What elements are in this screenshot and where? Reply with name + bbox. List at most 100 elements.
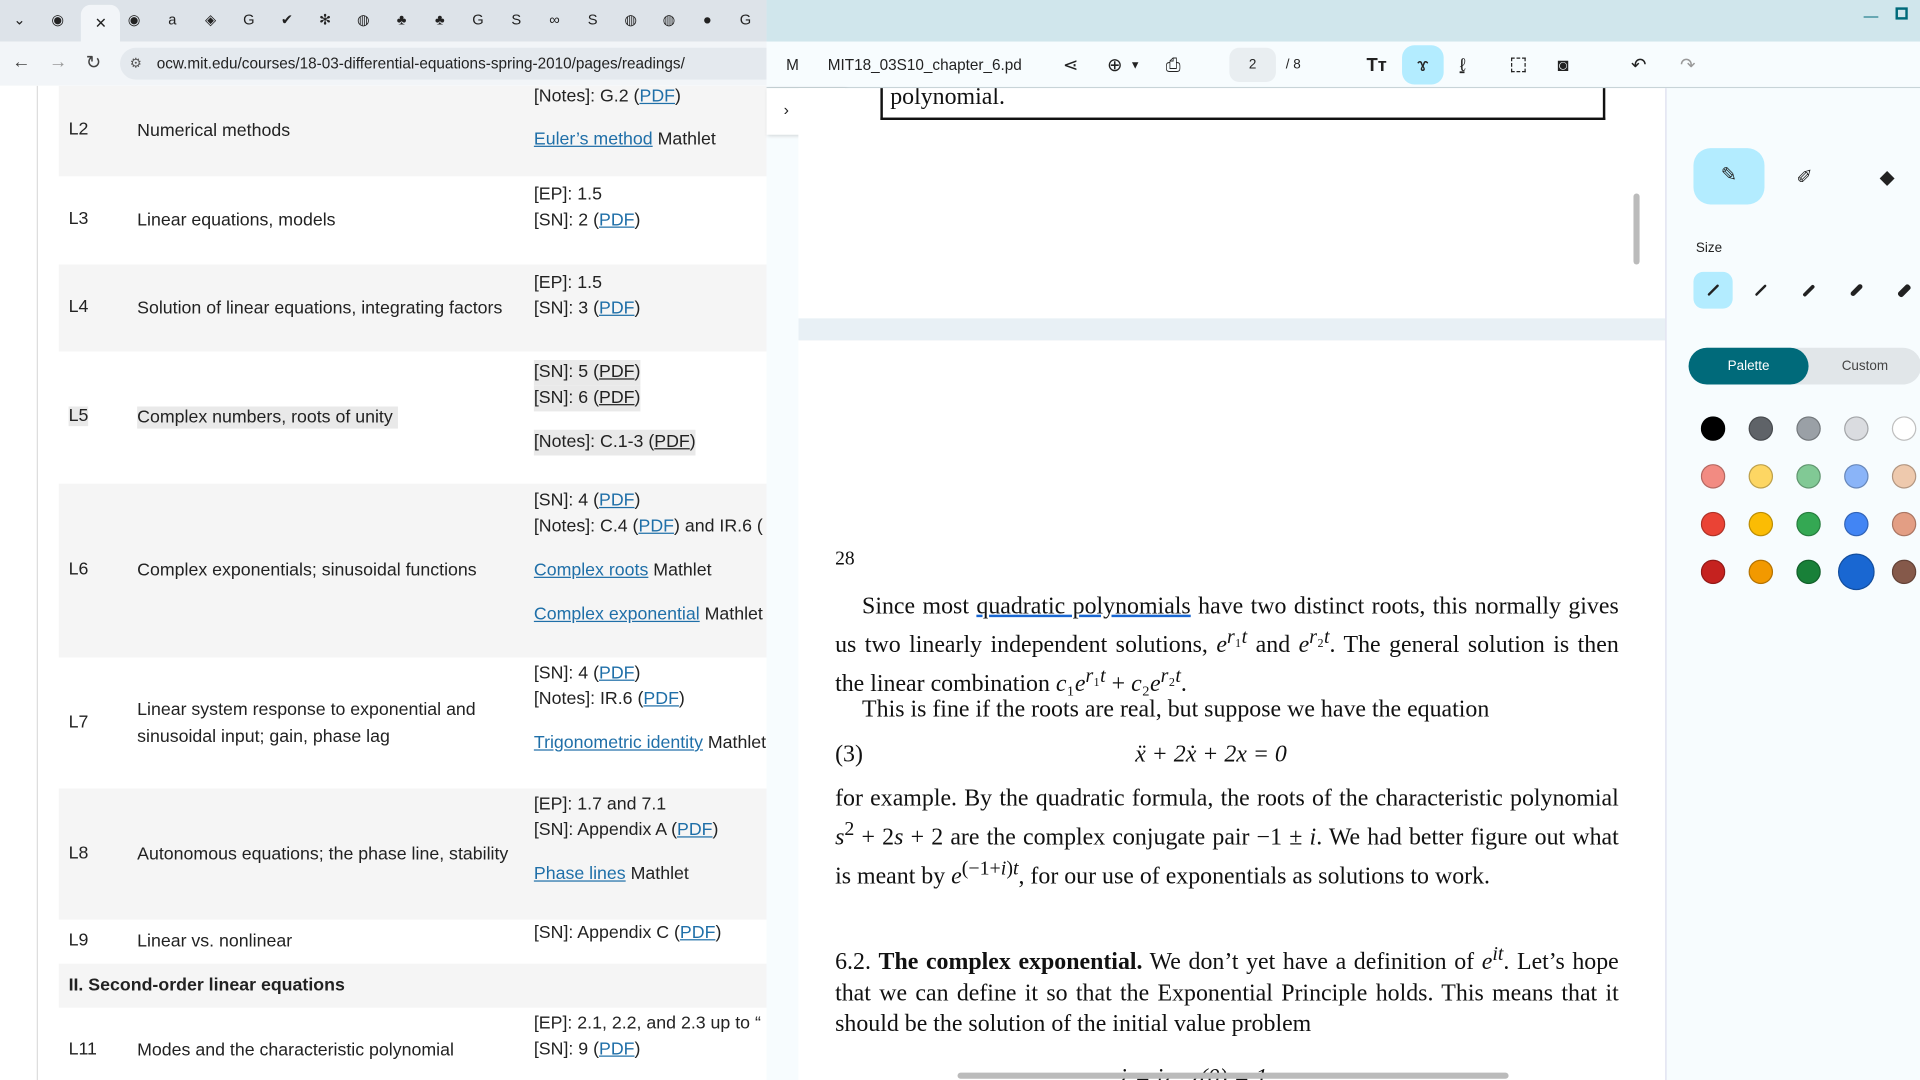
color-swatch[interactable] xyxy=(1796,511,1821,537)
color-swatch[interactable] xyxy=(1796,559,1821,585)
reading-link[interactable]: Complex roots xyxy=(534,561,648,581)
site-settings-icon[interactable]: ⚙ xyxy=(130,48,142,80)
reddit-tab-icon[interactable]: ● xyxy=(693,5,722,34)
signature-icon[interactable]: ℓ xyxy=(1460,51,1466,78)
tab-list-tab-icon[interactable]: ⌄ xyxy=(5,5,34,34)
medium-tab-icon[interactable]: ◉ xyxy=(43,5,72,34)
globe-tab-icon[interactable]: ◍ xyxy=(616,5,645,34)
print-icon[interactable]: ⎙ xyxy=(1166,51,1181,78)
maximize-icon[interactable] xyxy=(1895,7,1908,20)
reading-link[interactable]: PDF xyxy=(643,689,679,709)
color-swatch[interactable] xyxy=(1796,464,1821,489)
color-swatch[interactable] xyxy=(1891,559,1917,585)
draw-tool-icon[interactable]: ɤ xyxy=(1402,45,1444,85)
medium-tab-icon[interactable]: ◉ xyxy=(120,5,149,34)
reading-row: L2 Numerical methods [Notes]: G.2 (PDF) Eul… xyxy=(58,85,767,177)
select-area-icon[interactable] xyxy=(1511,57,1526,73)
reading-link[interactable]: PDF xyxy=(599,362,635,382)
color-swatch[interactable] xyxy=(1837,553,1875,591)
color-swatch[interactable] xyxy=(1748,416,1774,441)
tab-list: ⌄ ◉ ✕ ◉ a ◈ G ✔ ✻ ◍ ♣ ♣ G S ∞ S ◍ ◍ ● G xyxy=(0,0,767,42)
text-tool-icon[interactable]: Tт xyxy=(1367,51,1387,78)
color-swatch[interactable] xyxy=(1748,559,1774,585)
stroke-size-option[interactable] xyxy=(1884,272,1920,309)
globe-tab-icon[interactable]: ◍ xyxy=(349,5,378,34)
reading-link[interactable]: PDF xyxy=(599,299,635,319)
color-swatch[interactable] xyxy=(1891,511,1917,537)
reading-entry: [Notes]: G.2 (PDF) xyxy=(533,86,681,107)
forward-icon[interactable]: → xyxy=(49,51,67,72)
google-tab-icon[interactable]: G xyxy=(463,5,492,34)
lecture-number: L7 xyxy=(68,712,89,732)
palette-tab[interactable]: Palette xyxy=(1688,347,1809,385)
stroke-size-option[interactable] xyxy=(1693,271,1733,309)
undo-icon[interactable]: ↶ xyxy=(1631,51,1646,78)
stanford-tab-icon[interactable]: S xyxy=(578,5,607,34)
color-swatch[interactable] xyxy=(1844,511,1869,537)
eraser-tool-icon[interactable]: ◆ xyxy=(1880,165,1895,189)
color-swatch[interactable] xyxy=(1796,416,1821,441)
check-tab-icon[interactable]: ✔ xyxy=(272,5,301,34)
color-swatch[interactable] xyxy=(1700,464,1726,489)
color-swatch[interactable] xyxy=(1748,464,1774,489)
reading-link[interactable]: PDF xyxy=(599,388,635,408)
address-bar[interactable]: ⚙ ocw.mit.edu/courses/18-03-differential-… xyxy=(120,47,782,80)
cube-tab-icon[interactable]: ◈ xyxy=(196,5,225,34)
reading-link[interactable]: PDF xyxy=(599,1040,635,1060)
minimize-icon[interactable]: — xyxy=(1864,7,1879,24)
stroke-size-option[interactable] xyxy=(1789,272,1828,309)
shy-tab-icon[interactable]: S xyxy=(502,5,531,34)
color-swatch[interactable] xyxy=(1844,416,1869,441)
color-swatch[interactable] xyxy=(1748,511,1774,537)
menu-button[interactable]: M xyxy=(786,51,799,78)
reading-link[interactable]: PDF xyxy=(654,432,690,452)
color-swatch[interactable] xyxy=(1891,416,1917,441)
lecture-number: L2 xyxy=(68,120,89,140)
color-swatch[interactable] xyxy=(1700,559,1726,585)
globe-tab-icon[interactable]: ◍ xyxy=(654,5,683,34)
amazon-tab-icon[interactable]: a xyxy=(158,5,187,34)
reading-link[interactable]: Trigonometric identity xyxy=(534,733,703,753)
reload-icon[interactable]: ↻ xyxy=(86,51,101,74)
vertical-scrollbar[interactable] xyxy=(1633,193,1640,265)
reading-link[interactable]: PDF xyxy=(599,664,635,684)
reading-link[interactable]: Complex exponential xyxy=(534,605,700,625)
page-number-input[interactable]: 2 xyxy=(1229,47,1276,83)
reading-entry: [SN]: 3 (PDF) xyxy=(533,298,641,319)
color-swatch[interactable] xyxy=(1700,416,1726,441)
google-tab-icon[interactable]: G xyxy=(234,5,263,34)
redo-icon[interactable]: ↷ xyxy=(1680,51,1695,78)
google-tab-icon[interactable]: G xyxy=(731,5,760,34)
stroke-size-option[interactable] xyxy=(1837,272,1876,309)
size-label: Size xyxy=(1695,241,1723,256)
reading-link[interactable]: PDF xyxy=(680,923,716,943)
reading-link[interactable]: Euler’s method xyxy=(534,130,653,150)
tree-tab-icon[interactable]: ♣ xyxy=(387,5,416,34)
custom-tab[interactable]: Custom xyxy=(1809,348,1920,385)
color-swatch[interactable] xyxy=(1891,464,1917,489)
color-swatch[interactable] xyxy=(1844,464,1869,489)
reading-link[interactable]: PDF xyxy=(599,491,635,511)
reading-link[interactable]: PDF xyxy=(638,517,674,537)
asterisk-tab-icon[interactable]: ✻ xyxy=(311,5,340,34)
close-tab-icon[interactable]: ✕ xyxy=(81,4,121,42)
horizontal-scrollbar[interactable] xyxy=(957,1072,1509,1079)
chevron-right-icon[interactable]: › xyxy=(784,100,789,118)
gfg-tab-icon[interactable]: ∞ xyxy=(540,5,569,34)
reading-link[interactable]: PDF xyxy=(639,87,675,107)
share-icon[interactable]: ⋖ xyxy=(1063,51,1078,78)
stroke-size-option[interactable] xyxy=(1741,272,1780,309)
tree-tab-icon[interactable]: ♣ xyxy=(425,5,454,34)
reading-link[interactable]: PDF xyxy=(599,211,635,231)
chevron-down-icon[interactable]: ▼ xyxy=(1130,59,1141,71)
reading-link[interactable]: PDF xyxy=(677,820,713,840)
screenshot-icon[interactable]: ◙ xyxy=(1558,51,1569,78)
color-swatch[interactable] xyxy=(1700,511,1726,537)
pen-tool-icon[interactable]: ✎ xyxy=(1693,148,1765,205)
reading-entry: Euler’s method Mathlet xyxy=(533,129,716,150)
highlighter-tool-icon[interactable]: ✐ xyxy=(1796,165,1812,189)
back-icon[interactable]: ← xyxy=(12,51,30,72)
reading-entry: [EP]: 1.7 and 7.1 xyxy=(533,794,667,815)
reading-link[interactable]: Phase lines xyxy=(534,864,626,884)
zoom-icon[interactable]: ⊕ ▼ xyxy=(1107,51,1141,78)
